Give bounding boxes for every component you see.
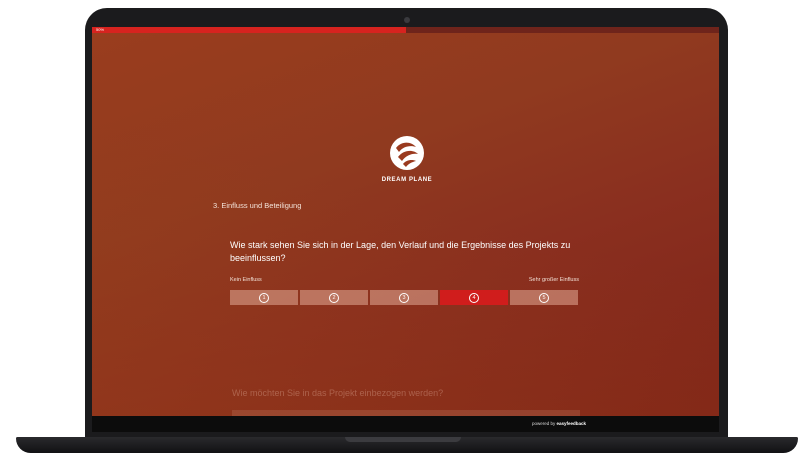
webcam-icon <box>404 17 410 23</box>
rating-number: 2 <box>329 292 339 303</box>
rating-number: 4 <box>469 292 479 303</box>
scale-min-label: Kein Einfluss <box>230 277 262 283</box>
laptop-hinge-notch <box>345 437 461 442</box>
question-text: Wie stark sehen Sie sich in der Lage, de… <box>230 240 571 263</box>
powered-prefix: powered by <box>531 421 556 426</box>
rating-option-1[interactable]: 1 <box>230 290 298 305</box>
section-title: 3. Einfluss und Beteiligung <box>213 201 302 210</box>
rating-number: 5 <box>539 292 549 303</box>
rating-option-3[interactable]: 3 <box>370 290 438 305</box>
rating-option-5[interactable]: 5 <box>510 290 578 305</box>
survey-screen: 50% DREAM PLANE 3. Einfluss und Beteilig… <box>92 27 719 432</box>
progress-bar <box>92 27 719 33</box>
footer-bar: powered by easyfeedback <box>92 416 719 432</box>
dream-plane-logo-icon <box>390 136 424 170</box>
scale-max-label: Sehr großer Einfluss <box>528 277 579 283</box>
brand-name: DREAM PLANE <box>381 177 433 183</box>
next-question-text: Wie möchten Sie in das Projekt einbezoge… <box>232 388 444 398</box>
rating-number: 1 <box>259 292 269 303</box>
progress-fill <box>92 27 406 33</box>
powered-brand: easyfeedback <box>556 421 586 426</box>
rating-number: 3 <box>399 292 409 303</box>
powered-by[interactable]: powered by easyfeedback <box>532 421 586 426</box>
progress-label: 50% <box>96 27 105 32</box>
rating-option-2[interactable]: 2 <box>300 290 368 305</box>
rating-option-4[interactable]: 4 <box>440 290 508 305</box>
